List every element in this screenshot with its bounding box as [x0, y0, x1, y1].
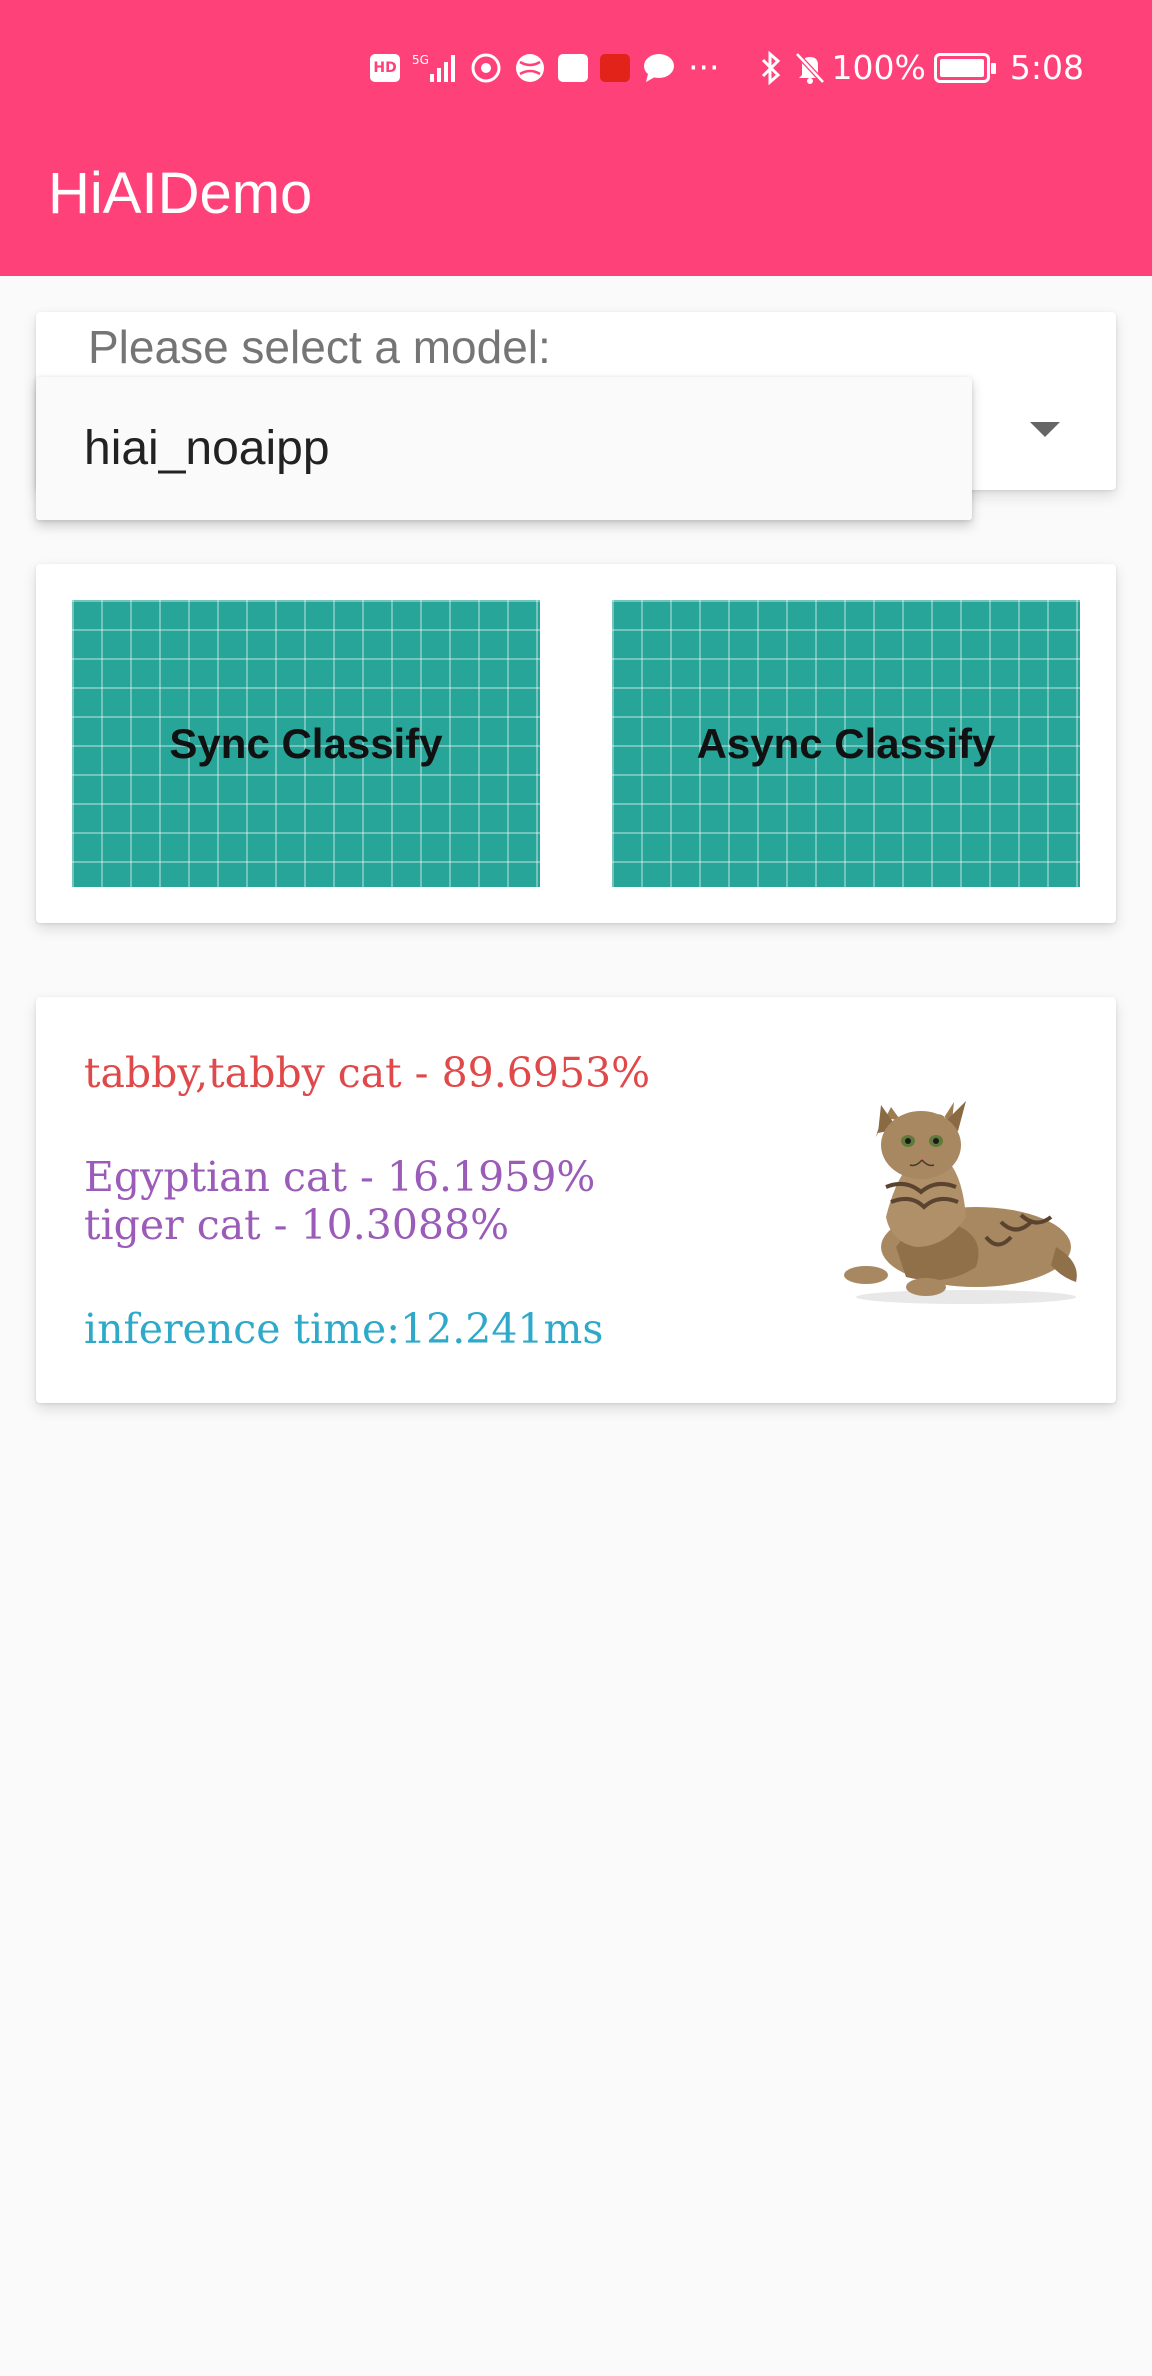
svg-text:5G: 5G	[412, 53, 429, 67]
top3-result: tiger cat - 10.3088%	[84, 1201, 510, 1249]
app-bar: HD 5G ··· 100% 5:08 HiAIDemo	[0, 0, 1152, 276]
5g-signal-icon: 5G	[412, 52, 458, 84]
async-classify-button[interactable]: Async Classify	[612, 600, 1080, 887]
chat-icon	[642, 52, 676, 84]
battery-percent: 100%	[831, 48, 926, 87]
battery-icon	[933, 52, 996, 83]
dropdown-option-hiai-noaipp[interactable]: hiai_noaipp	[84, 421, 330, 476]
top2-result: Egyptian cat - 16.1959%	[84, 1153, 596, 1201]
app-title: HiAIDemo	[48, 161, 313, 226]
huawei-store-icon	[558, 53, 589, 82]
app-icon	[600, 53, 631, 82]
status-bar: HD 5G ··· 100% 5:08	[0, 0, 1152, 135]
classify-buttons-card: Sync Classify Async Classify	[36, 564, 1116, 923]
model-select-label: Please select a model:	[88, 321, 551, 373]
ball-icon	[514, 52, 546, 84]
mute-icon	[794, 51, 826, 85]
cat-image	[844, 1101, 1077, 1304]
results-card: tabby,tabby cat - 89.6953% Egyptian cat …	[36, 997, 1116, 1403]
top1-result: tabby,tabby cat - 89.6953%	[84, 1049, 651, 1097]
dropdown-arrow-icon[interactable]	[1030, 422, 1060, 437]
more-icon: ···	[688, 48, 720, 87]
browser-icon	[470, 52, 502, 84]
sync-classify-button[interactable]: Sync Classify	[72, 600, 540, 887]
bluetooth-icon	[760, 50, 782, 85]
hd-icon: HD	[370, 53, 401, 82]
inference-time: inference time:12.241ms	[84, 1305, 604, 1353]
clock-time: 5:08	[1009, 48, 1084, 87]
model-dropdown-popup: hiai_noaipp	[36, 377, 972, 520]
